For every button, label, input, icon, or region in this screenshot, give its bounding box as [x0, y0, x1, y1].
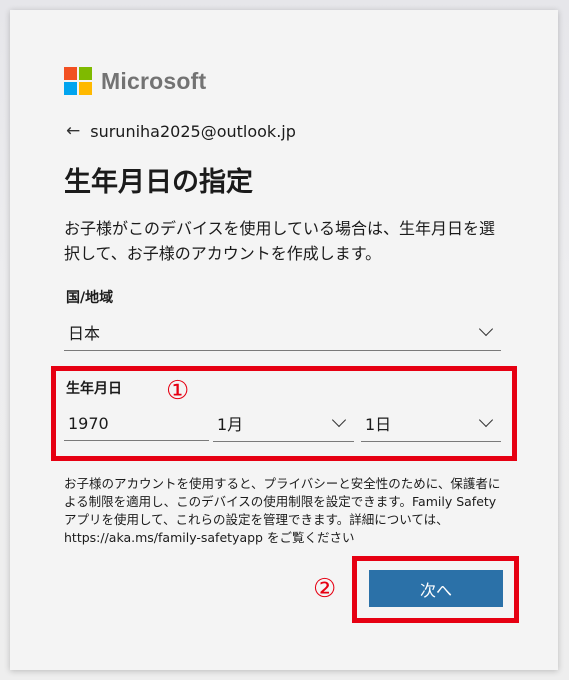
account-row: ← suruniha2025@outlook.jp: [66, 121, 296, 141]
microsoft-logo-icon: [64, 67, 92, 95]
account-email: suruniha2025@outlook.jp: [90, 121, 296, 141]
logo-square-blue: [64, 82, 77, 95]
arrow-left-icon[interactable]: ←: [66, 121, 80, 141]
birthdate-label: 生年月日: [66, 381, 122, 397]
logo-square-yellow: [79, 82, 92, 95]
country-select-value: 日本: [68, 324, 101, 343]
chevron-down-icon: [478, 412, 494, 428]
birth-day-select[interactable]: 1日: [361, 407, 501, 442]
brand-name: Microsoft: [101, 67, 207, 94]
microsoft-logo: Microsoft: [64, 67, 206, 95]
parental-info-note: お子様のアカウントを使用すると、プライバシーと安全性のために、保護者による制限を…: [64, 476, 501, 545]
chevron-down-icon: [478, 321, 494, 337]
next-button[interactable]: 次へ: [369, 570, 503, 607]
page-title: 生年月日の指定: [64, 167, 253, 198]
country-label: 国/地域: [66, 290, 114, 306]
page-description: お子様がこのデバイスを使用している場合は、生年月日を選択して、お子様のアカウント…: [64, 219, 496, 263]
logo-square-green: [79, 67, 92, 80]
birth-month-value: 1月: [217, 415, 244, 434]
country-select[interactable]: 日本: [64, 316, 501, 351]
chevron-down-icon: [331, 412, 347, 428]
birth-month-select[interactable]: 1月: [213, 407, 354, 442]
birth-day-value: 1日: [365, 415, 392, 434]
birth-year-input[interactable]: [64, 407, 209, 441]
logo-square-red: [64, 67, 77, 80]
annotation-marker-2: ②: [313, 574, 337, 604]
annotation-marker-1: ①: [166, 376, 190, 406]
